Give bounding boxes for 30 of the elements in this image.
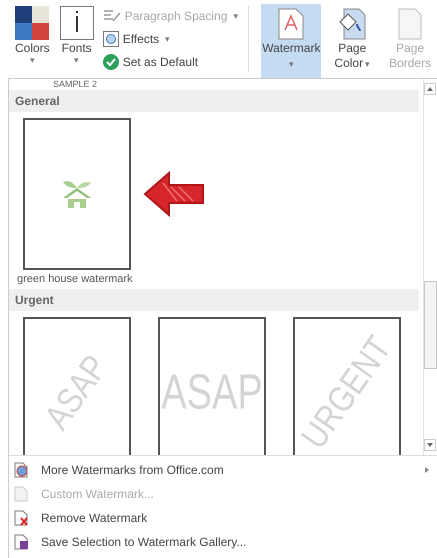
watermark-thumbnail[interactable]	[23, 118, 131, 270]
spacing-icon	[102, 9, 121, 23]
watermark-button[interactable]: Watermark ▾	[261, 4, 322, 78]
menu-item[interactable]: Save Selection to Watermark Gallery...	[13, 530, 437, 554]
paint-bucket-icon	[338, 8, 366, 40]
fonts-button[interactable]: Fonts ▾	[56, 4, 97, 78]
gallery-label: SAMPLE 2	[52, 79, 98, 90]
menu-item[interactable]: More Watermarks from Office.com	[13, 458, 437, 482]
scroll-up-icon[interactable]	[424, 83, 436, 95]
scroll-thumb[interactable]	[424, 280, 437, 369]
color-palette-icon	[15, 6, 50, 40]
document-globe-icon	[13, 462, 29, 478]
document-icon	[278, 8, 304, 40]
page-color-button[interactable]: Page Color ▾	[325, 4, 380, 78]
document-x-icon	[13, 510, 29, 526]
document-icon	[13, 486, 29, 502]
checkmark-icon	[102, 54, 119, 70]
submenu-arrow-icon	[425, 467, 429, 473]
effects-icon	[102, 31, 119, 47]
colors-button[interactable]: Colors ▾	[12, 4, 53, 78]
font-icon	[60, 6, 94, 40]
scrollbar[interactable]	[423, 79, 437, 455]
effects-button[interactable]: Effects ▾	[102, 29, 238, 49]
section-header: General	[9, 90, 419, 112]
page-icon	[398, 8, 422, 40]
thumbnail-caption: green house watermark	[17, 273, 134, 285]
default-button[interactable]: Set as Default	[102, 52, 238, 72]
menu-item[interactable]: Remove Watermark	[13, 506, 437, 530]
section-header: Urgent	[9, 289, 419, 311]
scroll-down-icon[interactable]	[424, 439, 436, 451]
